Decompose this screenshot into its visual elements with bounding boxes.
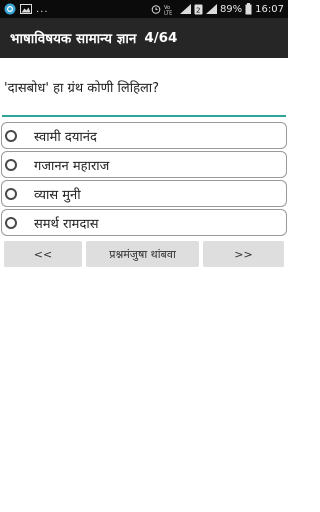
battery-percentage: 89%	[219, 3, 243, 15]
signal-2-icon	[205, 4, 217, 14]
svg-text:LTE: LTE	[164, 10, 172, 15]
radio-button-icon[interactable]	[5, 216, 17, 229]
question-text: 'दासबोध' हा ग्रंथ कोणी लिहिला?	[4, 81, 160, 96]
option-1[interactable]: स्वामी दयानंद	[1, 122, 287, 149]
more-notifications-indicator: ...	[36, 3, 49, 15]
page-title: भाषाविषयक सामान्य ज्ञान	[10, 31, 137, 47]
radio-button-icon[interactable]	[5, 158, 17, 171]
image-icon	[20, 4, 32, 14]
option-label: समर्थ रामदास	[34, 216, 99, 232]
status-bar: ... Vo LTE 2 89% 16:07	[0, 0, 288, 18]
next-button[interactable]: >>	[203, 241, 284, 267]
radio-button-icon[interactable]	[5, 187, 17, 200]
stop-quiz-button[interactable]: प्रश्नमंजुषा थांबवा	[86, 241, 199, 267]
previous-button[interactable]: <<	[4, 241, 82, 267]
app-bar: भाषाविषयक सामान्य ज्ञान 4/64	[0, 18, 288, 58]
volte-icon: Vo LTE	[164, 4, 177, 15]
option-label: व्यास मुनी	[34, 187, 81, 203]
option-label: स्वामी दयानंद	[34, 129, 97, 145]
alarm-icon	[151, 4, 161, 14]
option-label: गजानन महाराज	[34, 158, 110, 174]
option-4[interactable]: समर्थ रामदास	[1, 209, 287, 236]
battery-icon	[245, 3, 252, 15]
radio-button-icon[interactable]	[5, 129, 17, 142]
option-2[interactable]: गजानन महाराज	[1, 151, 287, 178]
option-3[interactable]: व्यास मुनी	[1, 180, 287, 207]
sim-icon: 2	[194, 4, 203, 15]
signal-icon	[179, 4, 191, 14]
app-notification-icon	[4, 3, 16, 15]
question-divider	[2, 115, 286, 117]
clock: 16:07	[255, 3, 284, 15]
question-progress: 4/64	[144, 30, 178, 46]
svg-text:2: 2	[196, 6, 200, 14]
